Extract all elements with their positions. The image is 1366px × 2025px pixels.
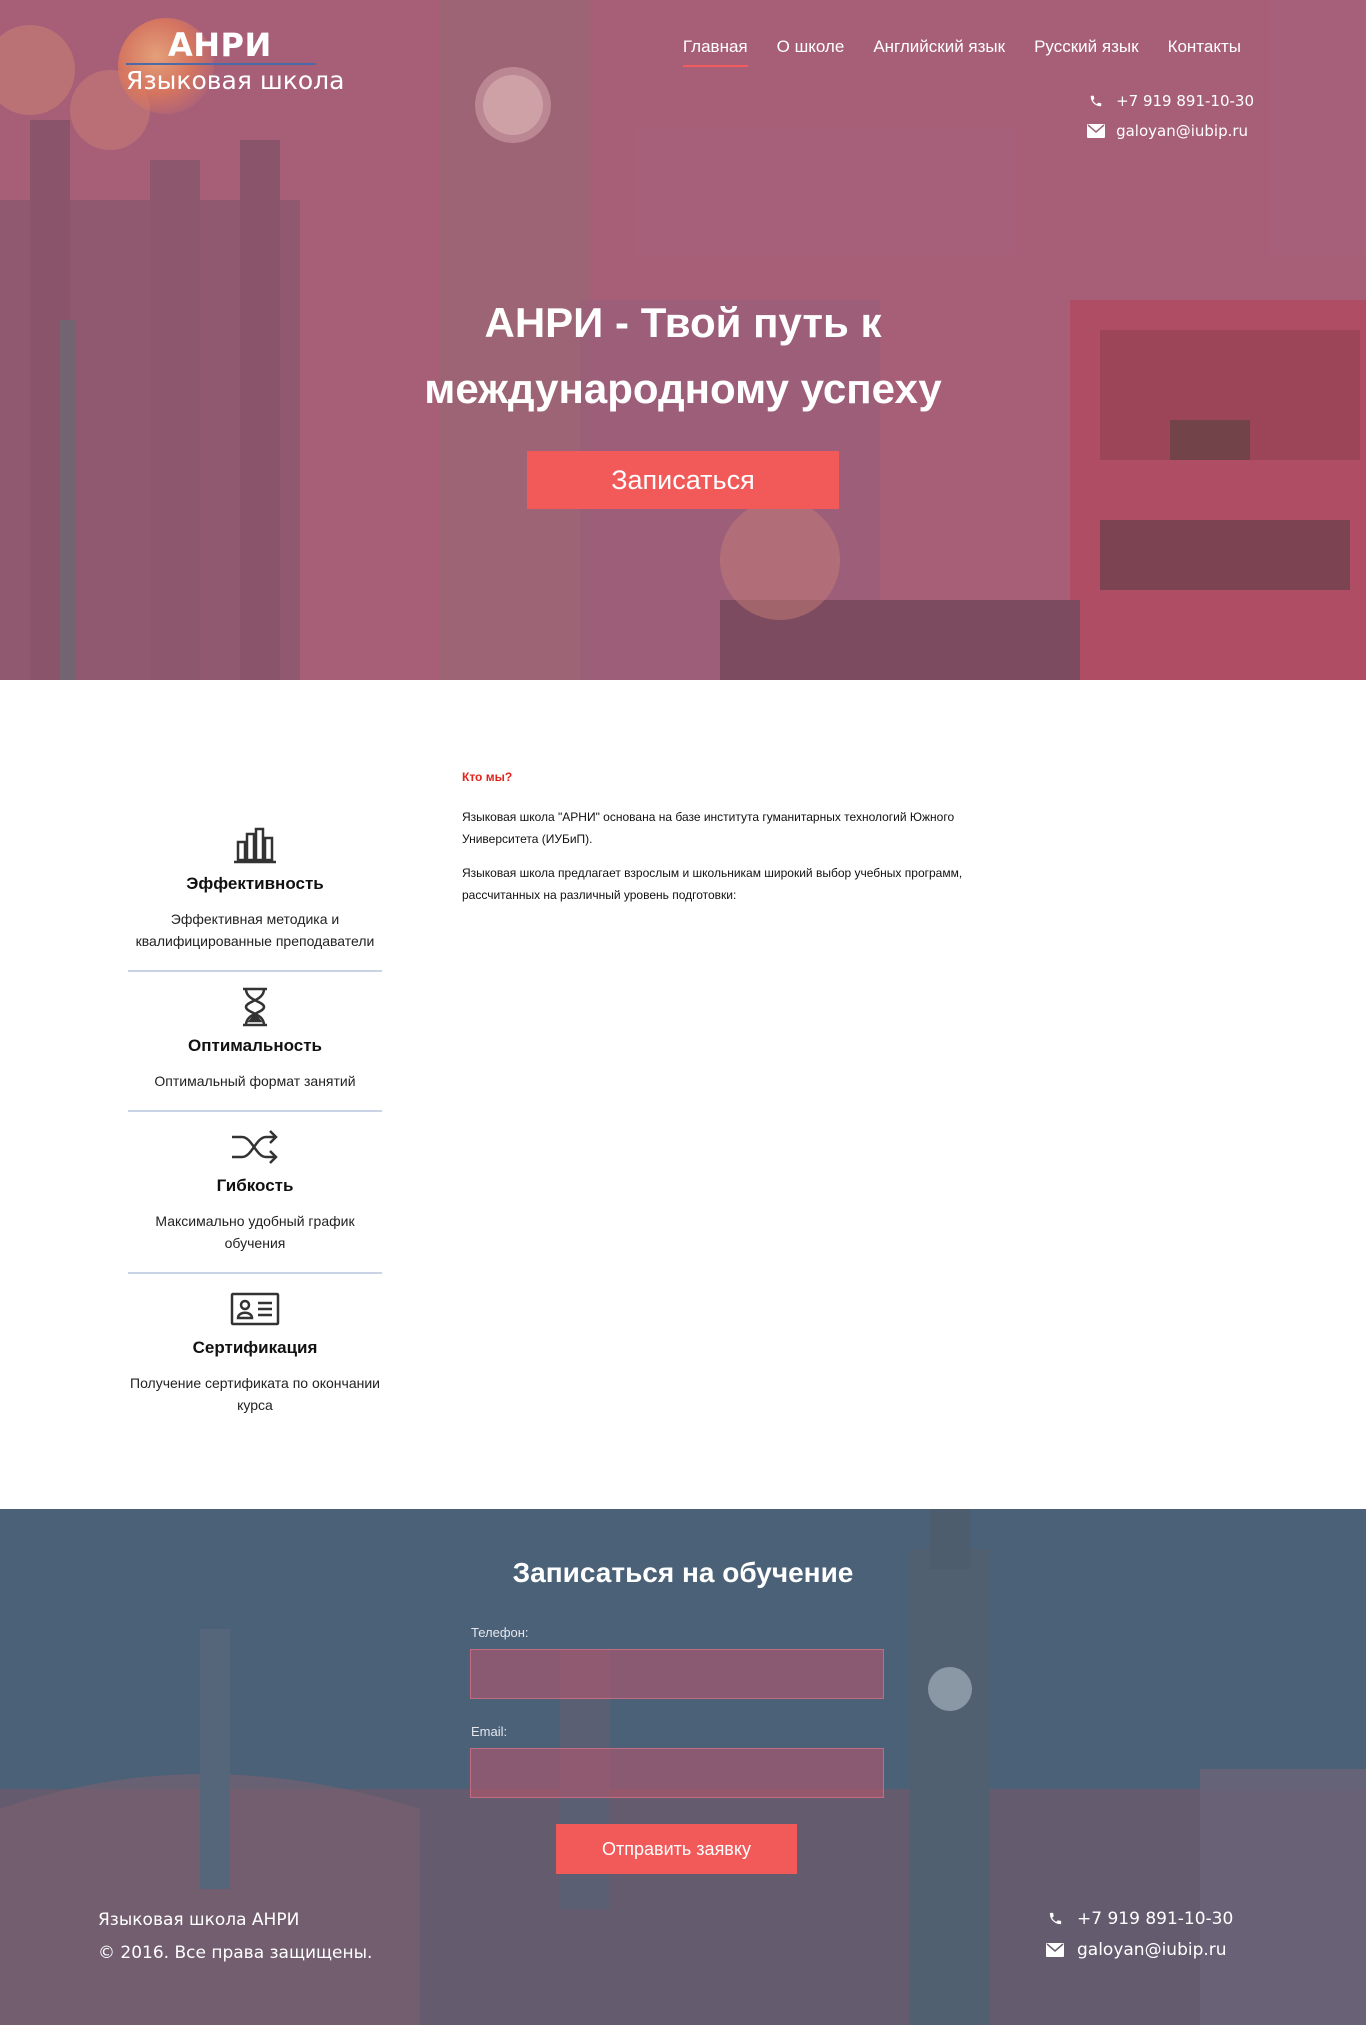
email-field-label: Email: — [471, 1724, 508, 1739]
about-heading: Кто мы? — [462, 770, 513, 784]
email-field[interactable] — [470, 1748, 884, 1798]
footer-email-text: galoyan@iubip.ru — [1077, 1939, 1227, 1960]
phone-icon — [1045, 1911, 1065, 1927]
main-nav: Главная О школе Английский язык Русский … — [654, 37, 1241, 67]
hero-section: АНРИ Языковая школа Главная О школе Англ… — [0, 0, 1366, 680]
envelope-icon — [1086, 123, 1106, 139]
footer-contacts: +7 919 891-10-30 galoyan@iubip.ru — [1045, 1903, 1233, 1965]
feature-item: Эффективность Эффективная методика и ква… — [128, 810, 382, 972]
about-paragraph: Языковая школа предлагает взрослым и шко… — [462, 866, 963, 902]
feature-title: Эффективность — [186, 874, 324, 893]
feature-text: Максимально удобный график обучения — [155, 1213, 355, 1251]
submit-application-button[interactable]: Отправить заявку — [556, 1824, 797, 1874]
footer-copyright: © 2016. Все права защищены. — [98, 1943, 373, 1963]
logo-title: АНРИ — [168, 26, 272, 64]
site-logo[interactable]: АНРИ Языковая школа — [118, 18, 344, 114]
header-email[interactable]: galoyan@iubip.ru — [1086, 116, 1254, 146]
footer-info: Языковая школа АНРИ © 2016. Все права за… — [98, 1904, 372, 1970]
hero-title-line1: АНРИ - Твой путь к — [484, 299, 882, 346]
footer-phone[interactable]: +7 919 891-10-30 — [1045, 1903, 1233, 1934]
feature-item: Сертификация Получение сертификата по ок… — [128, 1274, 382, 1434]
nav-item-home[interactable]: Главная — [682, 37, 748, 67]
footer-email[interactable]: galoyan@iubip.ru — [1045, 1934, 1233, 1965]
header-email-text: galoyan@iubip.ru — [1116, 122, 1249, 140]
header-contacts: +7 919 891-10-30 galoyan@iubip.ru — [1086, 86, 1254, 146]
phone-field[interactable] — [470, 1649, 884, 1699]
footer-phone-text: +7 919 891-10-30 — [1077, 1908, 1234, 1929]
id-card-icon — [128, 1284, 382, 1334]
envelope-icon — [1045, 1942, 1065, 1958]
logo-divider — [126, 63, 316, 65]
hero-title-line2: международному успеху — [424, 365, 942, 412]
hourglass-icon — [128, 982, 382, 1032]
enroll-button[interactable]: Записаться — [527, 451, 839, 509]
features-list: Эффективность Эффективная методика и ква… — [128, 810, 382, 1434]
feature-text: Оптимальный формат занятий — [154, 1073, 356, 1089]
shuffle-icon — [128, 1122, 382, 1172]
about-paragraph: Языковая школа "АРНИ" основана на базе и… — [462, 810, 955, 846]
feature-title: Гибкость — [216, 1176, 294, 1195]
about-section: Кто мы? Языковая школа "АРНИ" основана н… — [462, 770, 1022, 918]
feature-item: Оптимальность Оптимальный формат занятий — [128, 972, 382, 1112]
nav-item-contacts[interactable]: Контакты — [1168, 37, 1241, 67]
phone-icon — [1086, 93, 1106, 109]
feature-item: Гибкость Максимально удобный график обуч… — [128, 1112, 382, 1274]
logo-subtitle: Языковая школа — [126, 66, 345, 95]
footer-school-name: Языковая школа АНРИ — [98, 1910, 300, 1930]
header-phone-text: +7 919 891-10-30 — [1116, 92, 1254, 110]
nav-item-english[interactable]: Английский язык — [873, 37, 1005, 67]
feature-text: Получение сертификата по окончании курса — [130, 1375, 380, 1413]
bar-chart-icon — [128, 820, 382, 870]
header-phone[interactable]: +7 919 891-10-30 — [1086, 86, 1254, 116]
signup-title: Записаться на обучение — [512, 1557, 854, 1588]
phone-field-label: Телефон: — [471, 1625, 529, 1640]
signup-section: Записаться на обучение Телефон: Email: О… — [0, 1509, 1366, 2025]
feature-text: Эффективная методика и квалифицированные… — [135, 911, 375, 949]
nav-item-about[interactable]: О школе — [777, 37, 845, 67]
feature-title: Сертификация — [192, 1338, 318, 1357]
feature-title: Оптимальность — [188, 1036, 322, 1055]
hero-title: АНРИ - Твой путь к международному успеху — [0, 290, 1366, 422]
nav-item-russian[interactable]: Русский язык — [1034, 37, 1138, 67]
